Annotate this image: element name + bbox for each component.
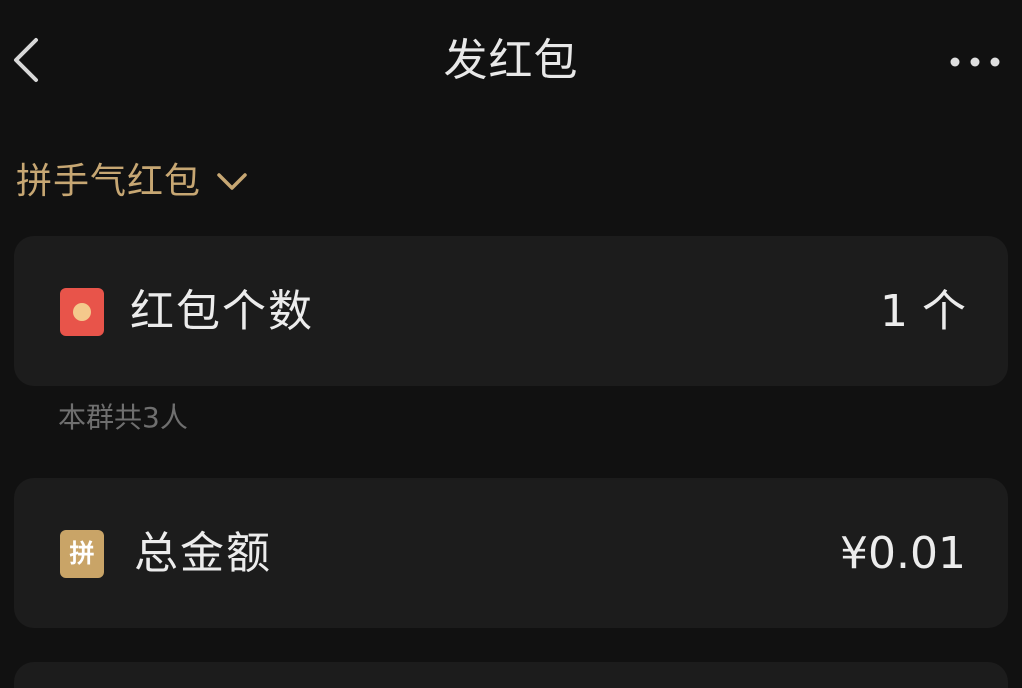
packet-type-label: 拼手气红包 xyxy=(16,161,202,202)
group-member-count-hint: 本群共3人 xyxy=(58,401,188,434)
total-amount-value[interactable]: ¥0.01 xyxy=(840,526,966,582)
total-amount-label: 总金额 xyxy=(134,528,272,579)
more-horizontal-icon xyxy=(950,57,1000,67)
packet-type-selector[interactable]: 拼手气红包 xyxy=(16,158,249,206)
pin-badge-icon: 拼 xyxy=(60,530,104,578)
send-red-packet-page: 发红包 拼手气红包 红包个数 1 个 本群共3人 拼 总金额 ¥0.01 xyxy=(0,0,1022,688)
packet-count-label: 红包个数 xyxy=(130,286,314,337)
top-navigation-bar: 发红包 xyxy=(0,0,1022,120)
packet-count-value[interactable]: 1 个 xyxy=(880,284,966,340)
next-field-card[interactable] xyxy=(14,662,1008,688)
red-packet-icon xyxy=(60,288,104,336)
chevron-down-icon xyxy=(217,173,247,190)
packet-count-row[interactable]: 红包个数 1 个 xyxy=(14,236,1008,386)
page-title: 发红包 xyxy=(443,35,579,86)
more-options-button[interactable] xyxy=(948,46,1004,78)
total-amount-row[interactable]: 拼 总金额 ¥0.01 xyxy=(14,478,1008,628)
